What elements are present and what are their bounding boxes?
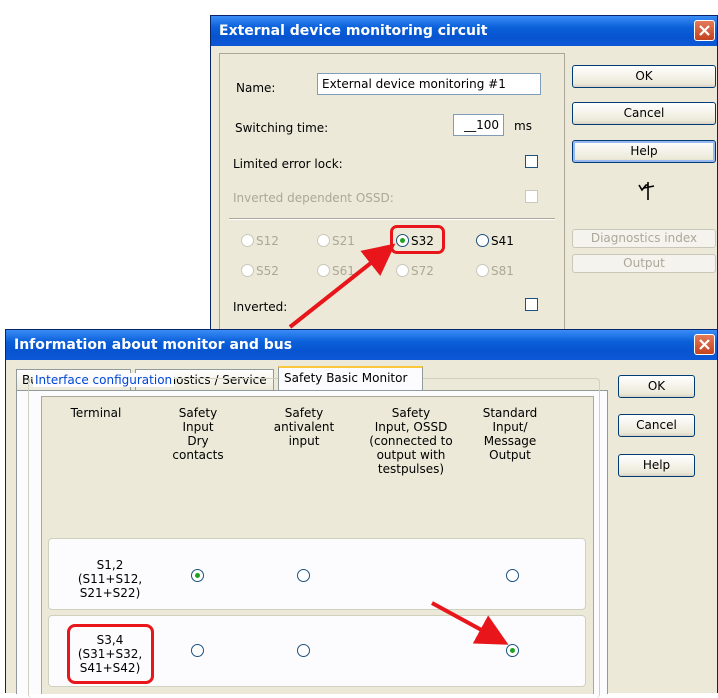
tab-safety-basic-monitor[interactable]: Safety Basic Monitor [278, 366, 423, 390]
arrow-to-standard-output [431, 601, 509, 645]
arrow-to-s32 [288, 243, 396, 329]
arrow-annotation [288, 243, 509, 645]
